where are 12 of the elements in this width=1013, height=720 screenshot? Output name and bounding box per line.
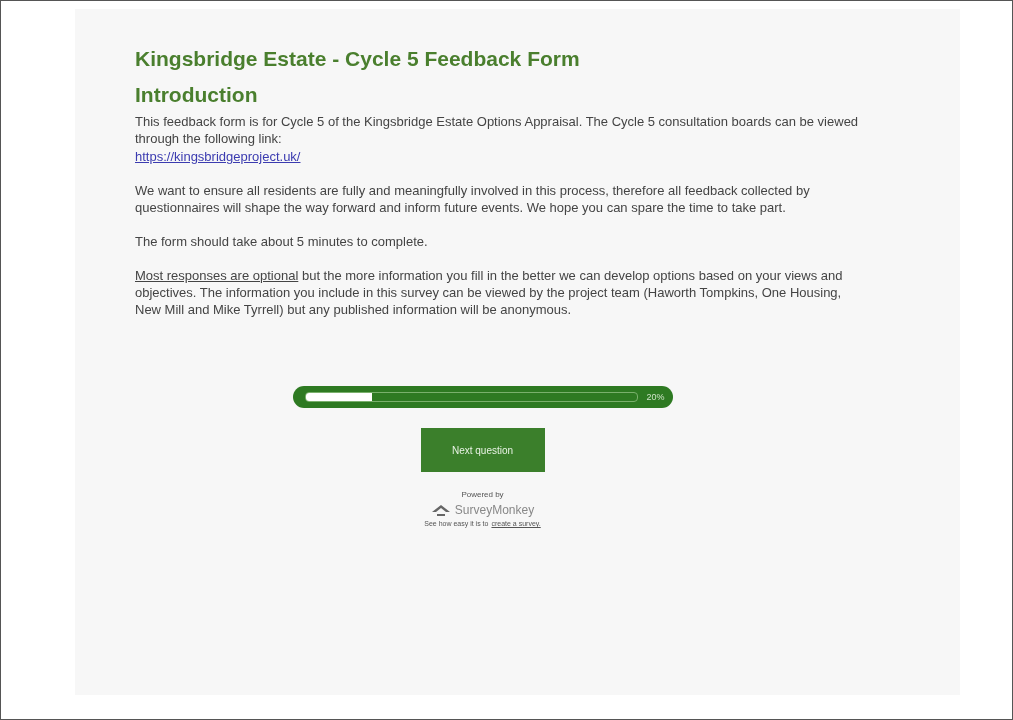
form-title: Kingsbridge Estate - Cycle 5 Feedback Form <box>135 47 581 71</box>
boards-link[interactable]: https://kingsbridgeproject.uk/ <box>135 148 301 165</box>
paragraph: We want to ensure all residents are fully and meaningfully involved in this process, therefore all feedback collected by questionnaires will shape the way forward and inform future events. We hope you can spare the time to take part. <box>135 182 811 216</box>
powered-by-label: Powered by <box>461 490 504 499</box>
intro-text: This feedback form is for Cycle 5 of the Kingsbridge Estate Options Appraisal. The Cycle 5 consultation boards can be viewed through the following link: <box>135 113 860 147</box>
progress-reading: 20% <box>646 392 665 402</box>
paragraph: The form should take about 5 minutes to complete. <box>135 233 429 250</box>
next-question-button[interactable]: Next question <box>420 428 545 472</box>
notice-paragraph: Most responses are optional but the more information you fill in the better we can develop options based on your views and objectives. The information you include in this survey can be viewed by the project team (Haworth Tompkins, One Housing, New Mill and Mike Tyrrell) but any published information will be anonymous. <box>135 267 844 318</box>
section-heading: Introduction <box>135 83 259 107</box>
brand-name: SurveyMonkey <box>454 503 535 517</box>
house-logo-icon <box>430 503 451 517</box>
